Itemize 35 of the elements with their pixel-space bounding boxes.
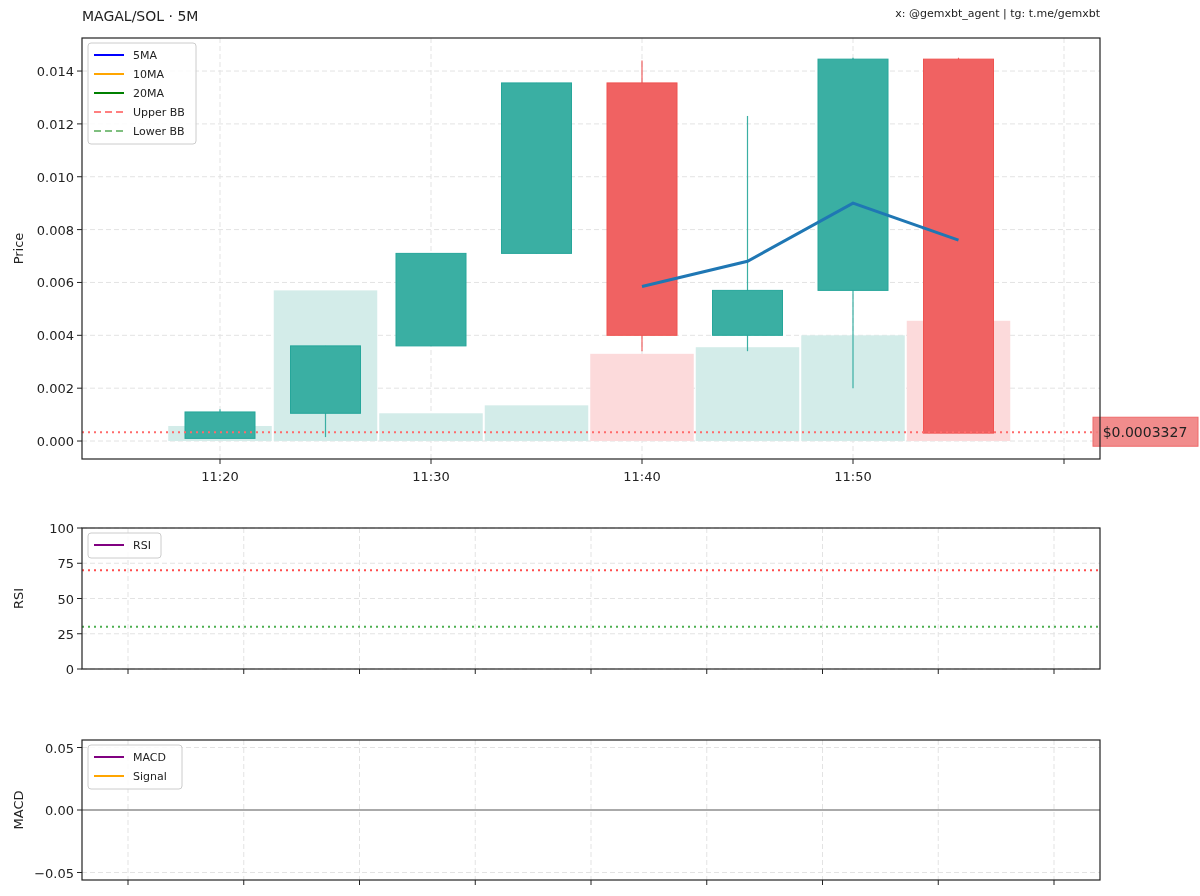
- y-tick-label: 100: [49, 521, 74, 536]
- credit-text: x: @gemxbt_agent | tg: t.me/gemxbt: [895, 6, 1100, 22]
- legend-label: Lower BB: [133, 125, 185, 138]
- y-tick-label: 0.014: [36, 64, 74, 80]
- legend-label: MACD: [133, 751, 166, 764]
- candlestick: [184, 408, 256, 439]
- y-tick-label: 0.012: [36, 116, 74, 132]
- y-axis-label: RSI: [11, 587, 26, 610]
- y-tick-label: 50: [57, 591, 74, 607]
- x-tick-label: 11:30: [412, 469, 450, 484]
- legend-label: Upper BB: [133, 106, 185, 119]
- y-tick-label: 0.006: [36, 275, 74, 291]
- legend-label: 20MA: [133, 87, 164, 100]
- y-tick-label: 75: [57, 556, 74, 572]
- y-tick-label: 0.004: [36, 328, 74, 344]
- x-tick-label: 11:50: [834, 469, 872, 484]
- y-axis-label: Price: [11, 232, 26, 265]
- chart-title: MAGAL/SOL · 5M: [82, 7, 199, 26]
- y-tick-label: 0.000: [36, 434, 74, 450]
- y-tick-label: 0: [65, 662, 74, 677]
- y-tick-label: 0.00: [45, 803, 74, 818]
- x-tick-label: 11:40: [623, 469, 661, 484]
- legend-label: 10MA: [133, 68, 164, 81]
- y-tick-label: 0.010: [36, 169, 74, 185]
- y-tick-label: 25: [57, 626, 74, 642]
- price-tag-text: $0.0003327: [1102, 424, 1188, 441]
- y-tick-label: 0.002: [36, 381, 74, 397]
- y-axis-label: MACD: [11, 790, 26, 830]
- x-tick-label: 11:20: [201, 469, 239, 484]
- legend-label: 5MA: [133, 49, 157, 62]
- y-tick-label: −0.05: [34, 865, 74, 881]
- y-tick-label: 0.05: [45, 740, 74, 756]
- legend-label: Signal: [133, 770, 167, 783]
- y-tick-label: 0.008: [36, 222, 74, 238]
- legend-label: RSI: [133, 539, 151, 552]
